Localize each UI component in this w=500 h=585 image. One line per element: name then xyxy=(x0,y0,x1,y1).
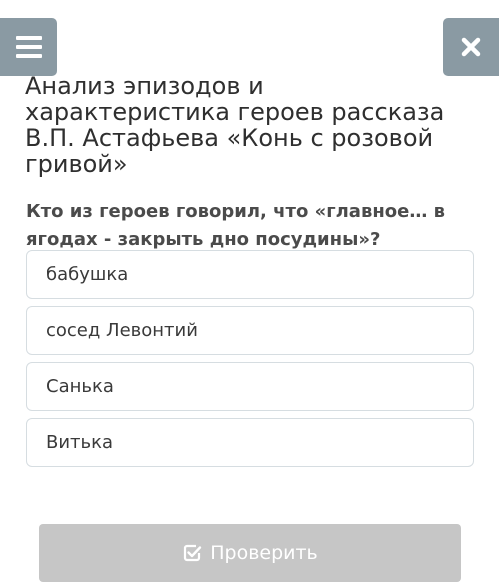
check-button-label: Проверить xyxy=(210,542,318,564)
menu-button[interactable] xyxy=(0,18,57,76)
answer-option-label: бабушка xyxy=(46,264,129,285)
check-square-icon xyxy=(184,544,202,562)
check-button[interactable]: Проверить xyxy=(39,524,461,582)
hamburger-menu-icon xyxy=(15,36,42,40)
answer-option-label: сосед Левонтий xyxy=(46,320,198,341)
answer-option-label: Витька xyxy=(46,432,114,453)
page-title: Анализ эпизодов и характеристика героев … xyxy=(25,72,445,178)
answer-option[interactable]: бабушка xyxy=(26,250,474,299)
answer-option[interactable]: сосед Левонтий xyxy=(26,306,474,355)
answer-option-label: Санька xyxy=(46,376,114,397)
question-text: Кто из героев говорил, что «главное… в я… xyxy=(26,201,446,250)
close-icon xyxy=(461,37,481,57)
answer-option[interactable]: Витька xyxy=(26,418,474,467)
answer-options: бабушка сосед Левонтий Санька Витька xyxy=(26,250,474,474)
close-button[interactable] xyxy=(443,18,499,76)
answer-option[interactable]: Санька xyxy=(26,362,474,411)
